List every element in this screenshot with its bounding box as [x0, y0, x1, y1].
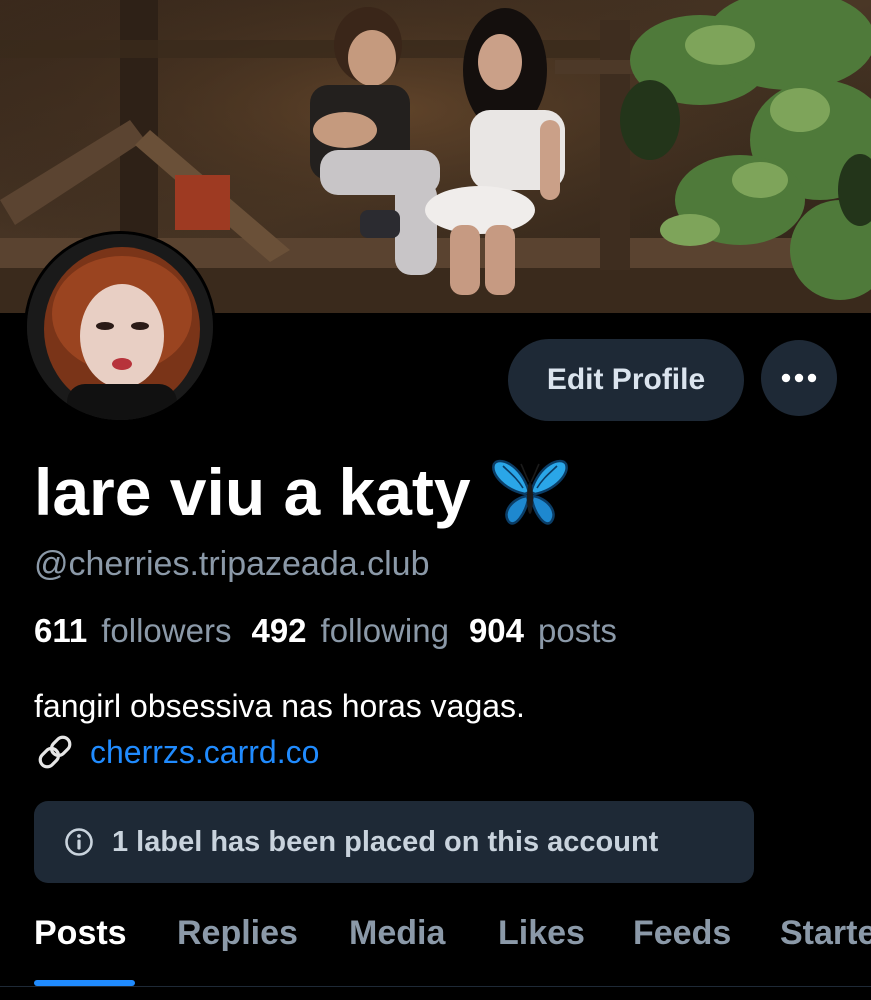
info-icon: [65, 828, 93, 856]
posts-count: 904: [468, 612, 525, 649]
tab-starter-packs[interactable]: Starter Packs: [780, 914, 871, 953]
edit-profile-button[interactable]: Edit Profile: [508, 339, 744, 421]
bio-text: fangirl obsessiva nas horas vagas.: [34, 688, 525, 724]
butterfly-icon: [491, 459, 568, 525]
label-notice[interactable]: 1 label has been placed on this account: [34, 801, 754, 883]
tab-feeds[interactable]: Feeds: [633, 914, 731, 953]
posts-label: posts: [538, 612, 617, 649]
followers-count[interactable]: 611: [34, 612, 87, 650]
following-label[interactable]: following: [321, 612, 449, 650]
ellipsis-icon: [781, 373, 817, 383]
link-icon: [38, 735, 72, 769]
tab-media[interactable]: Media: [349, 914, 445, 953]
edit-profile-label: Edit Profile: [546, 363, 706, 396]
display-name: lare viu a katy: [34, 452, 569, 532]
avatar-image: [27, 234, 213, 420]
profile-tabs: Posts Replies Media Likes Feeds Starter …: [0, 900, 871, 1000]
display-name-text: lare viu a katy: [34, 455, 471, 529]
following-count[interactable]: 492: [251, 612, 306, 650]
tab-replies[interactable]: Replies: [177, 914, 298, 953]
avatar[interactable]: [24, 231, 216, 423]
more-options-button[interactable]: [761, 340, 837, 416]
bio-link-row: cherrzs.carrd.co: [34, 730, 319, 774]
handle: @cherries.tripazeada.club: [34, 545, 430, 583]
label-notice-text: 1 label has been placed on this account: [112, 825, 659, 858]
bio-link[interactable]: cherrzs.carrd.co: [90, 734, 319, 771]
tab-likes[interactable]: Likes: [498, 914, 585, 953]
tabs-divider: [0, 986, 871, 987]
followers-label[interactable]: followers: [101, 612, 231, 650]
tab-posts[interactable]: Posts: [34, 914, 127, 953]
profile-stats: 611 followers 492 following 904 posts: [34, 612, 637, 650]
